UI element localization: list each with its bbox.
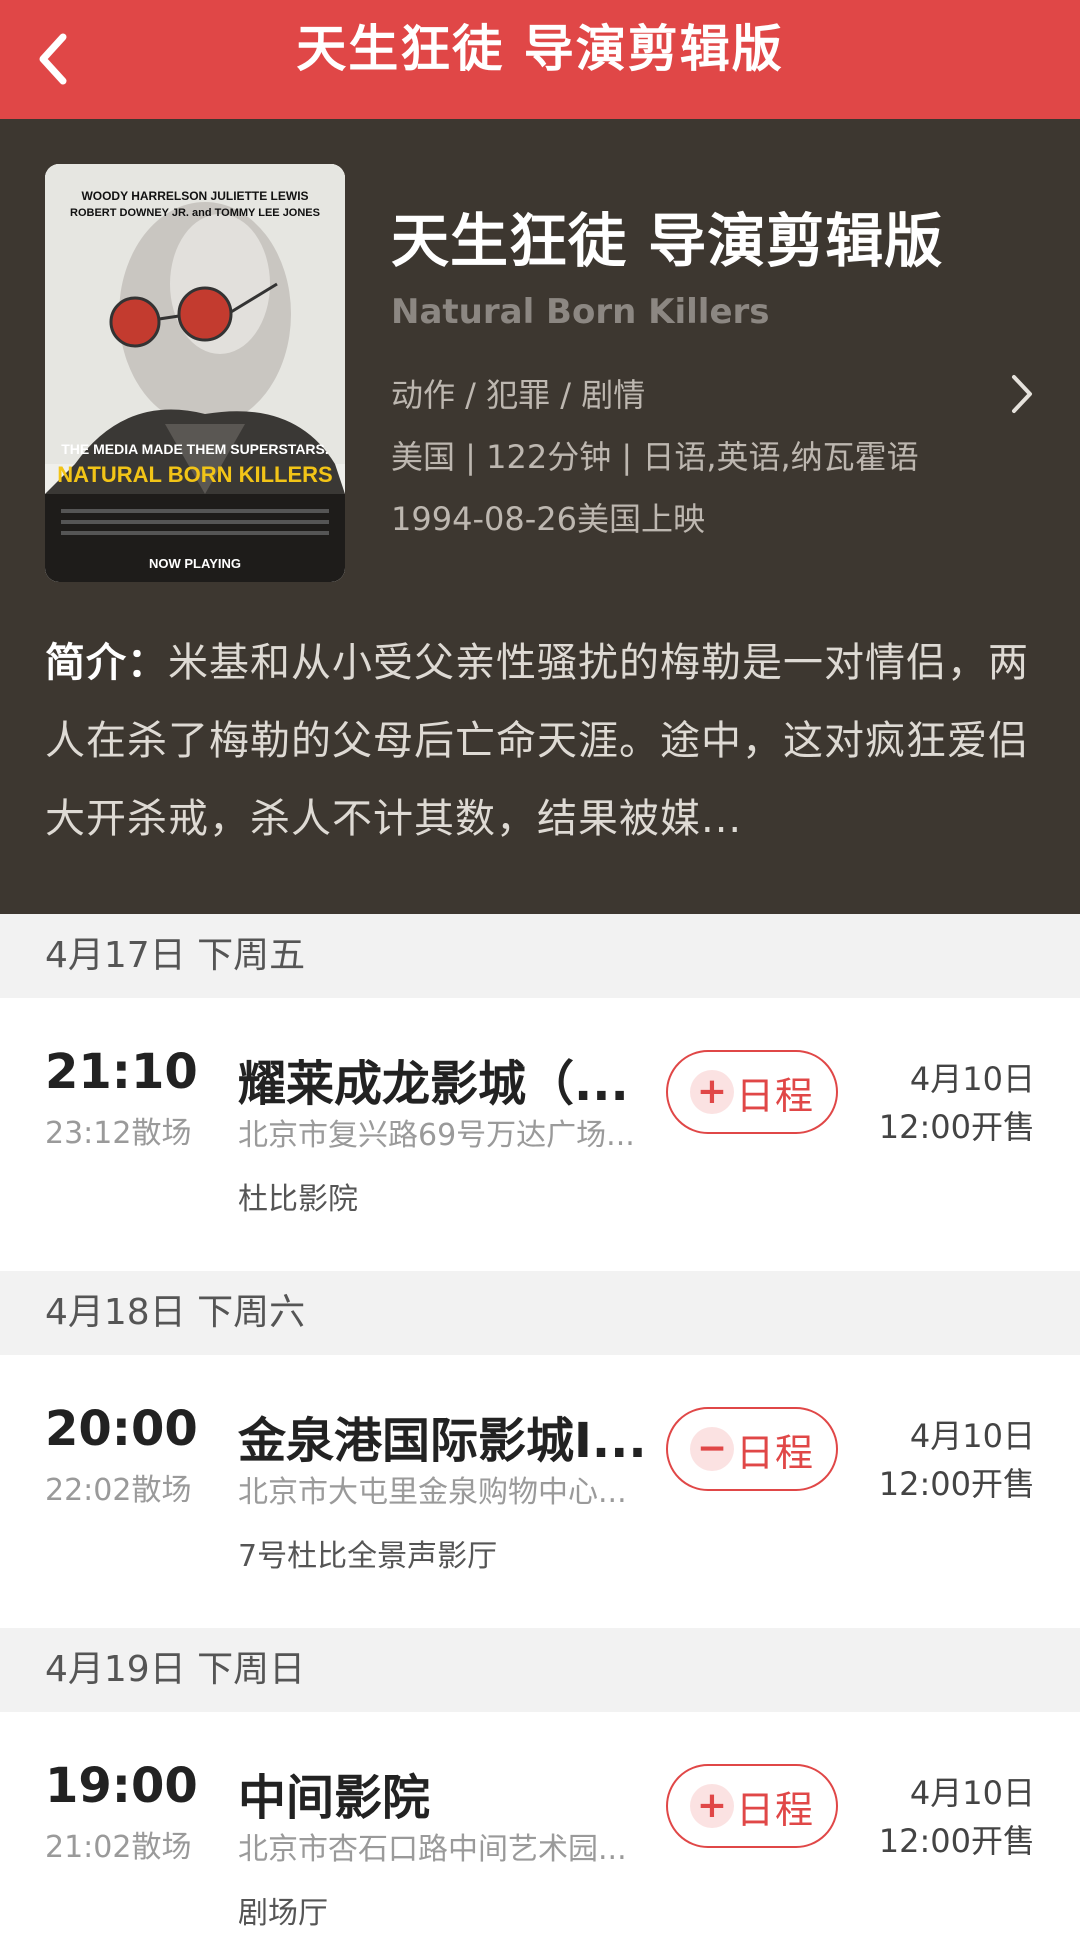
showtime-row[interactable]: 20:00 22:02散场 金泉港国际影城I... 北京市大屯里金泉购物中心..… (0, 1355, 1080, 1628)
schedule-button-label: 日程 (735, 1073, 814, 1118)
movie-header: WOODY HARRELSON JULIETTE LEWIS ROBERT DO… (0, 119, 1080, 914)
poster-title: NATURAL BORN KILLERS (57, 462, 332, 487)
schedule-button-label: 日程 (735, 1787, 814, 1832)
poster-image: WOODY HARRELSON JULIETTE LEWIS ROBERT DO… (45, 164, 345, 582)
cinema-address: 北京市复兴路69号万达广场... (238, 1118, 635, 1153)
movie-detail-link[interactable] (1000, 364, 1044, 424)
add-schedule-button[interactable]: + 日程 (666, 1050, 838, 1134)
hall-name: 7号杜比全景声影厅 (238, 1539, 498, 1574)
sale-date: 4月10日 (909, 1417, 1035, 1455)
showtime-row[interactable]: 19:00 21:02散场 中间影院 北京市杏石口路中间艺术园... 剧场厅 +… (0, 1712, 1080, 1960)
day-header: 4月19日 下周日 (0, 1628, 1080, 1712)
cinema-address: 北京市杏石口路中间艺术园... (238, 1832, 627, 1867)
cinema-name: 中间影院 (238, 1770, 431, 1826)
sale-date: 4月10日 (909, 1774, 1035, 1812)
poster-cast-1: WOODY HARRELSON JULIETTE LEWIS (81, 189, 308, 203)
plus-icon: + (689, 1070, 734, 1114)
synopsis-label: 简介： (45, 640, 168, 686)
cinema-address: 北京市大屯里金泉购物中心... (238, 1475, 627, 1510)
cinema-name: 金泉港国际影城I... (238, 1413, 647, 1469)
sale-date: 4月10日 (909, 1060, 1035, 1098)
schedule-button-label: 日程 (735, 1430, 814, 1475)
cinema-name: 耀莱成龙影城（... (238, 1056, 629, 1112)
hall-name: 剧场厅 (238, 1896, 328, 1931)
chevron-right-icon (1012, 375, 1032, 413)
minus-icon: − (689, 1427, 734, 1471)
movie-title-en: Natural Born Killers (391, 292, 770, 332)
page-title: 天生狂徒 导演剪辑版 (296, 20, 784, 78)
end-time: 23:12散场 (45, 1116, 192, 1151)
plus-icon: + (689, 1784, 734, 1828)
start-time: 19:00 (45, 1758, 198, 1814)
sale-time: 12:00开售 (878, 1822, 1035, 1860)
remove-schedule-button[interactable]: − 日程 (666, 1407, 838, 1491)
top-bar: 天生狂徒 导演剪辑版 (0, 0, 1080, 119)
movie-synopsis[interactable]: 简介：米基和从小受父亲性骚扰的梅勒是一对情侣，两人在杀了梅勒的父母后亡命天涯。途… (45, 624, 1035, 858)
day-header: 4月17日 下周五 (0, 914, 1080, 998)
movie-title-cn: 天生狂徒 导演剪辑版 (391, 207, 944, 275)
movie-poster[interactable]: WOODY HARRELSON JULIETTE LEWIS ROBERT DO… (45, 164, 345, 582)
movie-info[interactable]: 天生狂徒 导演剪辑版 Natural Born Killers 动作 / 犯罪 … (391, 194, 1011, 540)
movie-release-date: 1994-08-26美国上映 (391, 500, 705, 538)
movie-genre: 动作 / 犯罪 / 剧情 (391, 376, 646, 414)
start-time: 21:10 (45, 1044, 198, 1100)
showtime-row[interactable]: 21:10 23:12散场 耀莱成龙影城（... 北京市复兴路69号万达广场..… (0, 998, 1080, 1271)
start-time: 20:00 (45, 1401, 198, 1457)
sale-time: 12:00开售 (878, 1108, 1035, 1146)
end-time: 22:02散场 (45, 1473, 192, 1508)
synopsis-text: 米基和从小受父亲性骚扰的梅勒是一对情侣，两人在杀了梅勒的父母后亡命天涯。途中，这… (45, 640, 1029, 842)
sale-time: 12:00开售 (878, 1465, 1035, 1503)
poster-cast-2: ROBERT DOWNEY JR. and TOMMY LEE JONES (70, 207, 320, 219)
add-schedule-button[interactable]: + 日程 (666, 1764, 838, 1848)
poster-tagline: THE MEDIA MADE THEM SUPERSTARS. (61, 441, 329, 457)
day-header: 4月18日 下周六 (0, 1271, 1080, 1355)
hall-name: 杜比影院 (238, 1182, 358, 1217)
end-time: 21:02散场 (45, 1830, 192, 1865)
movie-meta: 美国 | 122分钟 | 日语,英语,纳瓦霍语 (391, 438, 919, 476)
poster-footer: NOW PLAYING (149, 556, 241, 571)
